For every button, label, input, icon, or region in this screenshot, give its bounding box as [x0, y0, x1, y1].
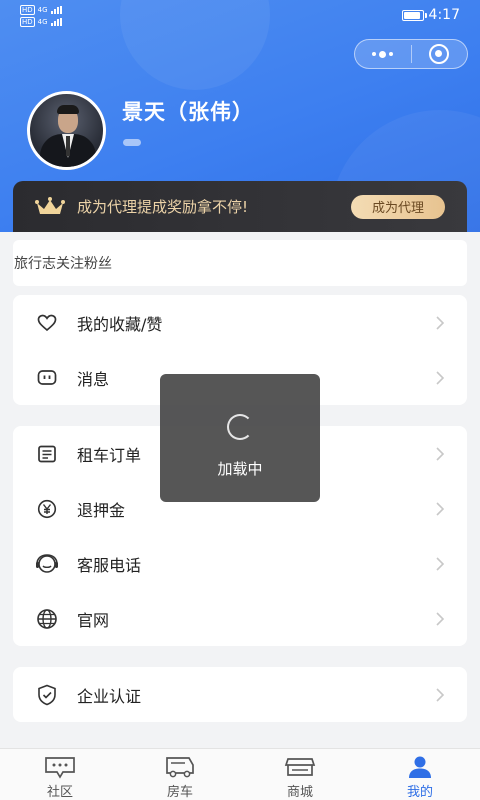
more-button[interactable]: [355, 40, 411, 68]
tab-shop[interactable]: 商城: [240, 749, 360, 800]
tab-label: 商城: [286, 785, 313, 800]
menu-item-label: 官网: [77, 610, 110, 630]
signal-indicators: HD 4G HD 4G: [20, 5, 62, 27]
user-icon: [403, 755, 437, 779]
yen-icon: [35, 497, 59, 521]
crown-icon: [35, 196, 65, 214]
menu-card-3: 企业认证: [13, 667, 467, 722]
shop-icon: [283, 755, 317, 779]
clock: 4:17: [428, 7, 460, 23]
menu-item-label: 消息: [77, 369, 110, 389]
user-name: 景天（张伟）: [122, 100, 254, 124]
chevron-right-icon: [436, 556, 445, 571]
menu-item-label: 租车订单: [77, 445, 142, 465]
status-bar: HD 4G HD 4G 4:17: [0, 0, 480, 32]
menu-item-favorites[interactable]: 我的收藏/赞: [13, 295, 467, 350]
hd-badge: HD: [20, 17, 35, 27]
menu-item-label: 我的收藏/赞: [77, 314, 163, 334]
chevron-right-icon: [436, 611, 445, 626]
headset-icon: [35, 552, 59, 576]
shield-check-icon: [35, 683, 59, 707]
tab-label: 我的: [406, 785, 433, 800]
tab-rv[interactable]: 房车: [120, 749, 240, 800]
battery-icon: [401, 9, 427, 21]
stats-card: 旅行志关注粉丝: [13, 240, 467, 286]
tab-community[interactable]: 社区: [0, 749, 120, 800]
chevron-right-icon: [436, 446, 445, 461]
chevron-right-icon: [436, 315, 445, 330]
menu-item-website[interactable]: 官网: [13, 591, 467, 646]
chevron-right-icon: [436, 370, 445, 385]
tab-label: 房车: [166, 785, 193, 800]
tab-mine[interactable]: 我的: [360, 749, 480, 800]
menu-item-label: 客服电话: [77, 555, 142, 575]
signal-icon: [50, 6, 62, 14]
network-type: 4G: [37, 6, 48, 14]
promo-text: 成为代理提成奖励拿不停!: [77, 198, 249, 216]
target-icon: [429, 44, 450, 64]
menu-item-label: 退押金: [77, 500, 126, 520]
user-level-badge: [123, 139, 141, 146]
chevron-right-icon: [436, 687, 445, 702]
menu-item-enterprise-verification[interactable]: 企业认证: [13, 667, 467, 722]
rv-icon: [163, 755, 197, 779]
hd-badge: HD: [20, 5, 35, 15]
message-icon: [35, 366, 59, 390]
heart-icon: [35, 311, 59, 335]
close-miniprogram-button[interactable]: [412, 40, 468, 68]
miniprogram-capsule: [354, 39, 468, 69]
chevron-right-icon: [436, 501, 445, 516]
menu-item-label: 企业认证: [77, 686, 142, 706]
tab-label: 社区: [46, 785, 73, 800]
become-agent-button[interactable]: 成为代理: [351, 194, 445, 219]
globe-icon: [35, 607, 59, 631]
loading-toast: 加载中: [160, 374, 320, 502]
loading-spinner-icon: [227, 414, 253, 440]
more-dots-icon: [372, 50, 394, 58]
chat-icon: [43, 755, 77, 779]
network-type: 4G: [37, 18, 48, 26]
loading-text: 加载中: [217, 460, 263, 478]
stats-labels: 旅行志关注粉丝: [14, 256, 112, 272]
avatar[interactable]: [27, 91, 106, 170]
menu-item-customer-service[interactable]: 客服电话: [13, 536, 467, 591]
order-list-icon: [35, 442, 59, 466]
agent-promo-banner: 成为代理提成奖励拿不停! 成为代理: [13, 181, 467, 232]
signal-icon: [50, 18, 62, 26]
bottom-tab-bar: 社区 房车 商城 我的: [0, 748, 480, 800]
